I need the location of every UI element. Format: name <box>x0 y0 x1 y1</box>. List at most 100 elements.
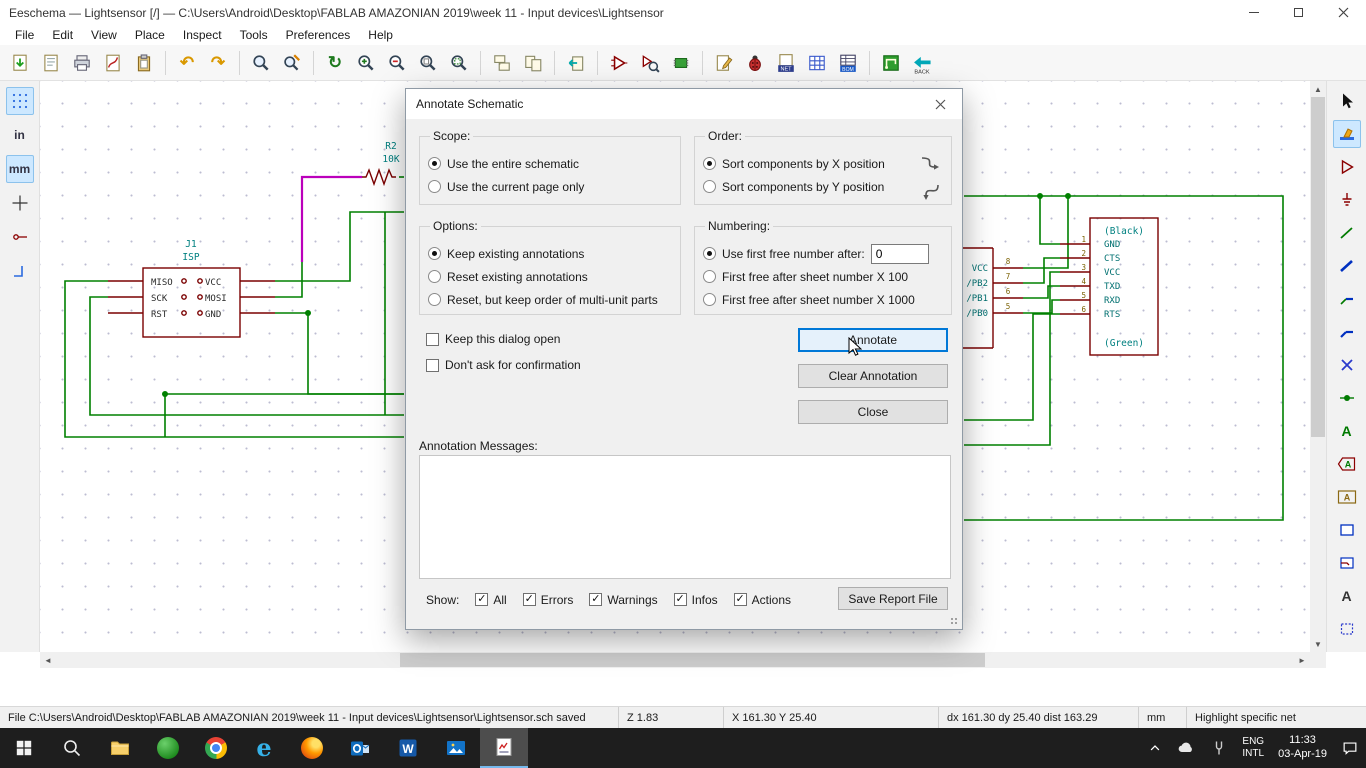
minimize-button[interactable] <box>1231 0 1276 25</box>
pcbnew-button[interactable] <box>877 49 905 77</box>
fields-table-button[interactable] <box>803 49 831 77</box>
clock[interactable]: 11:33 03-Apr-19 <box>1271 728 1334 768</box>
menu-view[interactable]: View <box>82 26 126 44</box>
menu-place[interactable]: Place <box>126 26 174 44</box>
scroll-left-arrow[interactable]: ◄ <box>40 652 56 668</box>
units-mm-button[interactable]: mm <box>5 155 34 183</box>
graphic-line-tool[interactable] <box>1333 615 1361 643</box>
bus-tool[interactable] <box>1333 252 1361 280</box>
menu-tools[interactable]: Tools <box>231 26 277 44</box>
close-dialog-button[interactable]: Close <box>798 400 948 424</box>
annotate-button[interactable]: Annotate <box>798 328 948 352</box>
cursor-shape-button[interactable] <box>6 189 34 217</box>
first-free-radio[interactable] <box>703 247 716 260</box>
hier-label-tool[interactable]: A <box>1333 483 1361 511</box>
maximize-button[interactable] <box>1276 0 1321 25</box>
tray-chevron[interactable] <box>1141 728 1169 768</box>
sheet-pin-tool[interactable] <box>1333 549 1361 577</box>
zoom-out-button[interactable] <box>383 49 411 77</box>
bus-entry-tool[interactable] <box>1333 318 1361 346</box>
zoom-in-button[interactable] <box>352 49 380 77</box>
taskbar-word[interactable]: W <box>384 728 432 768</box>
page-settings-button[interactable] <box>37 49 65 77</box>
language-indicator[interactable]: ENG INTL <box>1235 728 1271 768</box>
global-label-tool[interactable]: A <box>1333 450 1361 478</box>
first-number-input[interactable] <box>870 243 929 264</box>
leave-sheet-button[interactable] <box>562 49 590 77</box>
no-connect-tool[interactable] <box>1333 351 1361 379</box>
dialog-titlebar[interactable]: Annotate Schematic <box>406 89 962 119</box>
wire-tool[interactable] <box>1333 219 1361 247</box>
text-tool[interactable]: A <box>1333 582 1361 610</box>
start-button[interactable] <box>0 728 48 768</box>
zoom-fit-button[interactable] <box>414 49 442 77</box>
find-replace-button[interactable] <box>278 49 306 77</box>
save-report-button[interactable]: Save Report File <box>838 587 948 610</box>
sort-x-radio[interactable] <box>703 157 716 170</box>
show-errors-checkbox[interactable]: ✓ <box>522 593 536 606</box>
save-button[interactable] <box>6 49 34 77</box>
scroll-right-arrow[interactable]: ► <box>1294 652 1310 668</box>
hv-wires-button[interactable] <box>6 257 34 285</box>
tray-utility[interactable] <box>1203 728 1235 768</box>
show-warnings-checkbox[interactable]: ✓ <box>589 593 603 606</box>
back-import-button[interactable]: BACK <box>908 49 936 77</box>
reset-annotations-radio[interactable] <box>428 270 441 283</box>
vertical-scrollbar[interactable]: ▲ ▼ <box>1310 81 1326 652</box>
resize-grip[interactable] <box>949 616 959 626</box>
place-power-tool[interactable] <box>1333 186 1361 214</box>
erc-button[interactable] <box>741 49 769 77</box>
dont-ask-checkbox[interactable] <box>426 358 439 372</box>
footprint-editor-button[interactable] <box>667 49 695 77</box>
bom-button[interactable]: BOM <box>834 49 862 77</box>
action-center-button[interactable] <box>1334 728 1366 768</box>
find-button[interactable] <box>247 49 275 77</box>
menu-edit[interactable]: Edit <box>43 26 82 44</box>
scroll-up-arrow[interactable]: ▲ <box>1310 81 1326 97</box>
menu-file[interactable]: File <box>6 26 43 44</box>
annotation-messages-box[interactable] <box>419 455 951 579</box>
taskbar-firefox[interactable] <box>288 728 336 768</box>
menu-preferences[interactable]: Preferences <box>277 26 360 44</box>
taskbar-eeschema[interactable] <box>480 728 528 768</box>
sheet-1000-radio[interactable] <box>703 293 716 306</box>
taskbar-outlook[interactable] <box>336 728 384 768</box>
menu-inspect[interactable]: Inspect <box>174 26 231 44</box>
dialog-close-button[interactable] <box>918 89 962 119</box>
netlist-button[interactable]: NET <box>772 49 800 77</box>
menu-help[interactable]: Help <box>359 26 402 44</box>
annotate-button-toolbar[interactable] <box>710 49 738 77</box>
tray-onedrive[interactable] <box>1169 728 1203 768</box>
redraw-button[interactable]: ↻ <box>321 49 349 77</box>
reset-keep-order-radio[interactable] <box>428 293 441 306</box>
wire-entry-tool[interactable] <box>1333 285 1361 313</box>
paste-button[interactable] <box>130 49 158 77</box>
scope-current-page-radio[interactable] <box>428 180 441 193</box>
horizontal-scrollbar[interactable]: ◄ ► <box>40 652 1310 668</box>
vertical-scroll-thumb[interactable] <box>1311 97 1325 437</box>
scope-entire-radio[interactable] <box>428 157 441 170</box>
sheet-100-radio[interactable] <box>703 270 716 283</box>
hidden-pins-button[interactable] <box>6 223 34 251</box>
scroll-down-arrow[interactable]: ▼ <box>1310 636 1326 652</box>
sort-y-radio[interactable] <box>703 180 716 193</box>
taskbar-edge[interactable]: e <box>240 728 288 768</box>
place-symbol-tool[interactable] <box>1333 153 1361 181</box>
redo-button[interactable]: ↷ <box>204 49 232 77</box>
label-tool[interactable]: A <box>1333 417 1361 445</box>
undo-button[interactable]: ↶ <box>173 49 201 77</box>
zoom-selection-button[interactable] <box>445 49 473 77</box>
junction-tool[interactable] <box>1333 384 1361 412</box>
units-inch-button[interactable]: in <box>6 121 34 149</box>
keep-annotations-radio[interactable] <box>428 247 441 260</box>
grid-toggle-button[interactable] <box>5 87 34 115</box>
horizontal-scroll-thumb[interactable] <box>400 653 985 667</box>
taskbar-search-button[interactable] <box>48 728 96 768</box>
highlight-net-tool[interactable] <box>1332 120 1361 148</box>
show-actions-checkbox[interactable]: ✓ <box>733 593 747 606</box>
select-tool[interactable] <box>1333 87 1361 115</box>
symbol-browser-button[interactable] <box>636 49 664 77</box>
clear-annotation-button[interactable]: Clear Annotation <box>798 364 948 388</box>
taskbar-file-explorer[interactable] <box>96 728 144 768</box>
sheet-tool[interactable] <box>1333 516 1361 544</box>
